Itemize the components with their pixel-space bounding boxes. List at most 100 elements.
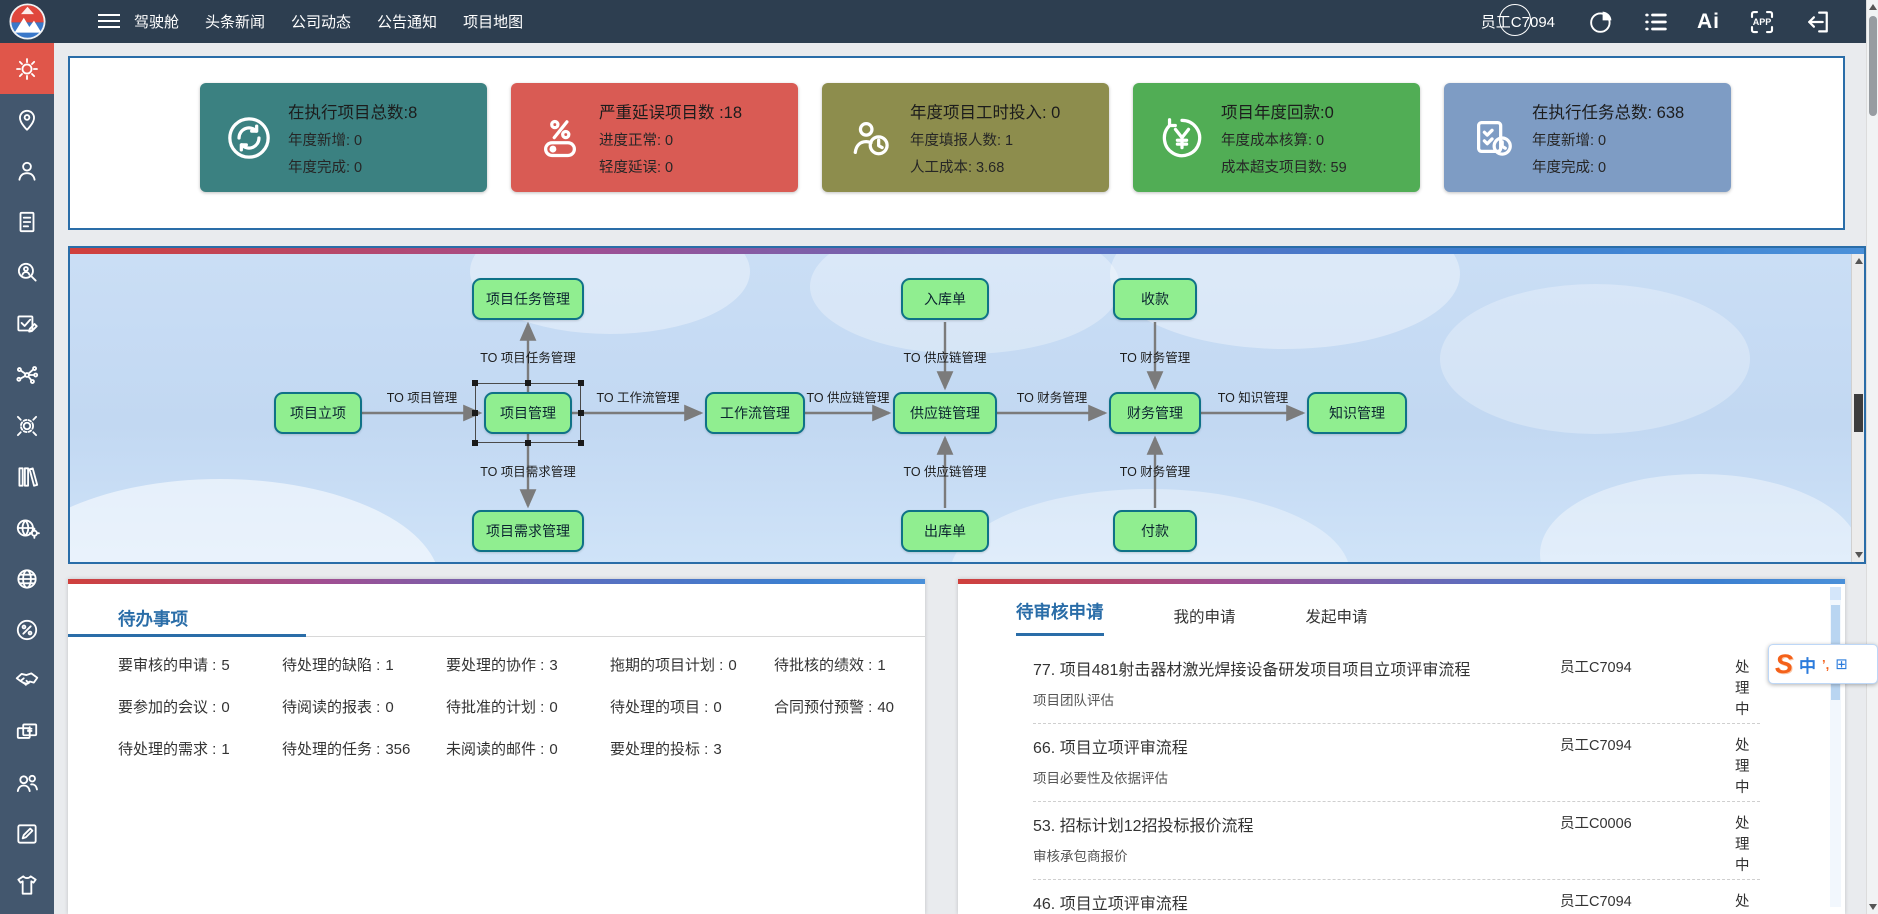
sidebar-item-library[interactable] [0, 451, 54, 502]
left-sidebar [0, 43, 54, 914]
todo-item-label: 待批核的绩效 : [774, 657, 872, 674]
flow-node-knowledge-management[interactable]: 知识管理 [1307, 392, 1407, 434]
todo-item-6[interactable]: 要参加的会议 :0 [118, 696, 282, 717]
todo-item-14[interactable]: 要处理的投标 :3 [610, 738, 774, 759]
todo-item-2[interactable]: 待处理的缺陷 :1 [282, 654, 446, 675]
ai-assistant-button[interactable]: Ai [1697, 10, 1720, 34]
sidebar-item-finance[interactable] [0, 706, 54, 757]
app-logo-icon [9, 3, 46, 40]
flow-edge-label: TO 供应链管理 [903, 464, 987, 479]
sidebar-item-global-config[interactable] [0, 502, 54, 553]
flow-edge-label: TO 工作流管理 [596, 390, 680, 405]
flow-node-supply-chain-management[interactable]: 供应链管理 [893, 392, 997, 434]
tab-1[interactable]: 待审核申请 [1016, 599, 1104, 636]
sidebar-item-task-audit[interactable] [0, 298, 54, 349]
app-download-icon[interactable]: APP [1747, 7, 1777, 37]
stat-card-text: 严重延误项目数 :18进度正常: 0轻度延误: 0 [599, 99, 742, 177]
flow-node-receipt[interactable]: 收款 [1113, 278, 1197, 320]
sidebar-item-user[interactable] [0, 145, 54, 196]
todo-item-11[interactable]: 待处理的需求 :1 [118, 738, 282, 759]
nav-item-4[interactable]: 公告通知 [377, 11, 437, 32]
app-label: APP [1747, 17, 1777, 27]
todo-item-8[interactable]: 待批准的计划 :0 [446, 696, 610, 717]
diagram-scrollbar[interactable] [1851, 254, 1864, 562]
todo-item-label: 要处理的投标 : [610, 741, 708, 758]
todo-item-count: 0 [221, 699, 229, 716]
todo-item-3[interactable]: 要处理的协作 :3 [446, 654, 610, 675]
tab-2[interactable]: 我的申请 [1174, 605, 1236, 636]
todo-item-9[interactable]: 待处理的项目 :0 [610, 696, 774, 717]
hamburger-menu-icon[interactable] [98, 14, 120, 32]
list-menu-icon[interactable] [1642, 8, 1670, 36]
flow-node-outbound-order[interactable]: 出库单 [901, 510, 989, 552]
sidebar-item-map-pin[interactable] [0, 94, 54, 145]
sidebar-item-documents[interactable] [0, 196, 54, 247]
approval-row-1[interactable]: 77. 项目481射击器材激光焊接设备研发项目项目立项评审流程项目团队评估员工C… [1033, 646, 1760, 724]
nav-item-3[interactable]: 公司动态 [291, 11, 351, 32]
todo-item-count: 0 [549, 741, 557, 758]
nav-item-2[interactable]: 头条新闻 [205, 11, 265, 32]
tab-3[interactable]: 发起申请 [1306, 605, 1368, 636]
flow-node-payment[interactable]: 付款 [1113, 510, 1197, 552]
soft-keyboard-icon[interactable]: ⊞ [1835, 655, 1848, 673]
scroll-up-icon[interactable] [1869, 4, 1877, 10]
todo-item-count: 0 [385, 699, 393, 716]
todo-item-label: 合同预付预警 : [774, 699, 872, 716]
sidebar-item-discount[interactable] [0, 604, 54, 655]
page-scroll-thumb[interactable] [1869, 16, 1877, 116]
todo-item-label: 待处理的缺陷 : [282, 657, 380, 674]
todo-item-4[interactable]: 拖期的项目计划 :0 [610, 654, 774, 675]
logout-icon[interactable] [1804, 8, 1832, 36]
sidebar-item-editor[interactable] [0, 808, 54, 859]
todo-item-10[interactable]: 合同预付预警 :40 [774, 696, 938, 717]
todo-item-5[interactable]: 待批核的绩效 :1 [774, 654, 938, 675]
page-scrollbar[interactable] [1866, 0, 1878, 914]
todo-item-13[interactable]: 未阅读的邮件 :0 [446, 738, 610, 759]
flow-node-project-management[interactable]: 项目管理 [484, 392, 572, 434]
approvals-scrollbar[interactable] [1830, 587, 1841, 907]
todo-item-label: 待批准的计划 : [446, 699, 544, 716]
flow-node-finance-management[interactable]: 财务管理 [1109, 392, 1201, 434]
refresh-icon [226, 115, 272, 161]
scroll-up-icon[interactable] [1830, 587, 1841, 600]
sidebar-item-contacts[interactable] [0, 757, 54, 808]
approval-row-4[interactable]: 46. 项目立项评审流程项目需求分析员工C7094处理中 [1033, 880, 1760, 914]
scroll-down-icon[interactable] [1869, 904, 1877, 910]
flow-node-inbound-order[interactable]: 入库单 [901, 278, 989, 320]
user-menu[interactable]: 员工C7094 [1475, 11, 1561, 32]
flow-node-project-initiation[interactable]: 项目立项 [274, 392, 362, 434]
sidebar-item-partnership[interactable] [0, 655, 54, 706]
approvals-tabs: 待审核申请我的申请发起申请 [1016, 604, 1845, 636]
diagram-scroll-thumb[interactable] [1854, 394, 1863, 432]
sidebar-item-apparel[interactable] [0, 859, 54, 910]
todo-item-12[interactable]: 待处理的任务 :356 [282, 738, 446, 759]
flow-node-workflow-management[interactable]: 工作流管理 [705, 392, 805, 434]
sogou-input-bar[interactable]: S 中 ’, ⊞ [1768, 644, 1878, 684]
todo-item-1[interactable]: 要审核的申请 :5 [118, 654, 282, 675]
gear-icon [14, 56, 40, 82]
flow-node-project-task-management[interactable]: 项目任务管理 [472, 278, 584, 320]
approval-status: 处理中 [1735, 890, 1760, 914]
approval-title: 46. 项目立项评审流程 [1033, 890, 1533, 914]
flow-node-project-requirement-management[interactable]: 项目需求管理 [472, 510, 584, 552]
pie-chart-icon[interactable] [1588, 8, 1615, 35]
sidebar-item-settings[interactable] [0, 43, 54, 94]
sidebar-item-user-search[interactable] [0, 247, 54, 298]
approval-row-2[interactable]: 66. 项目立项评审流程项目必要性及依据评估员工C7094处理中 [1033, 724, 1760, 802]
scroll-down-icon[interactable] [1855, 552, 1863, 558]
sidebar-item-network[interactable] [0, 349, 54, 400]
stat-card-line: 轻度延误: 0 [599, 156, 742, 177]
punctuation-toggle[interactable]: ’, [1822, 657, 1829, 672]
approval-row-3[interactable]: 53. 招标计划12招投标报价流程审核承包商报价员工C0006处理中 [1033, 802, 1760, 880]
nav-item-1[interactable]: 驾驶舱 [134, 11, 179, 32]
nav-menu: 驾驶舱 头条新闻 公司动态 公告通知 项目地图 [134, 0, 523, 43]
input-language-toggle[interactable]: 中 [1799, 652, 1816, 677]
flow-diagram-canvas[interactable]: TO 项目管理TO 工作流管理TO 供应链管理TO 财务管理TO 知识管理TO … [70, 254, 1851, 562]
todo-item-count: 5 [221, 657, 229, 674]
sidebar-item-web[interactable] [0, 553, 54, 604]
scroll-up-icon[interactable] [1855, 258, 1863, 264]
todo-item-7[interactable]: 待阅读的报表 :0 [282, 696, 446, 717]
stat-card-text: 年度项目工时投入: 0年度填报人数: 1人工成本: 3.68 [910, 99, 1060, 177]
nav-item-5[interactable]: 项目地图 [463, 11, 523, 32]
sidebar-item-automation[interactable] [0, 400, 54, 451]
